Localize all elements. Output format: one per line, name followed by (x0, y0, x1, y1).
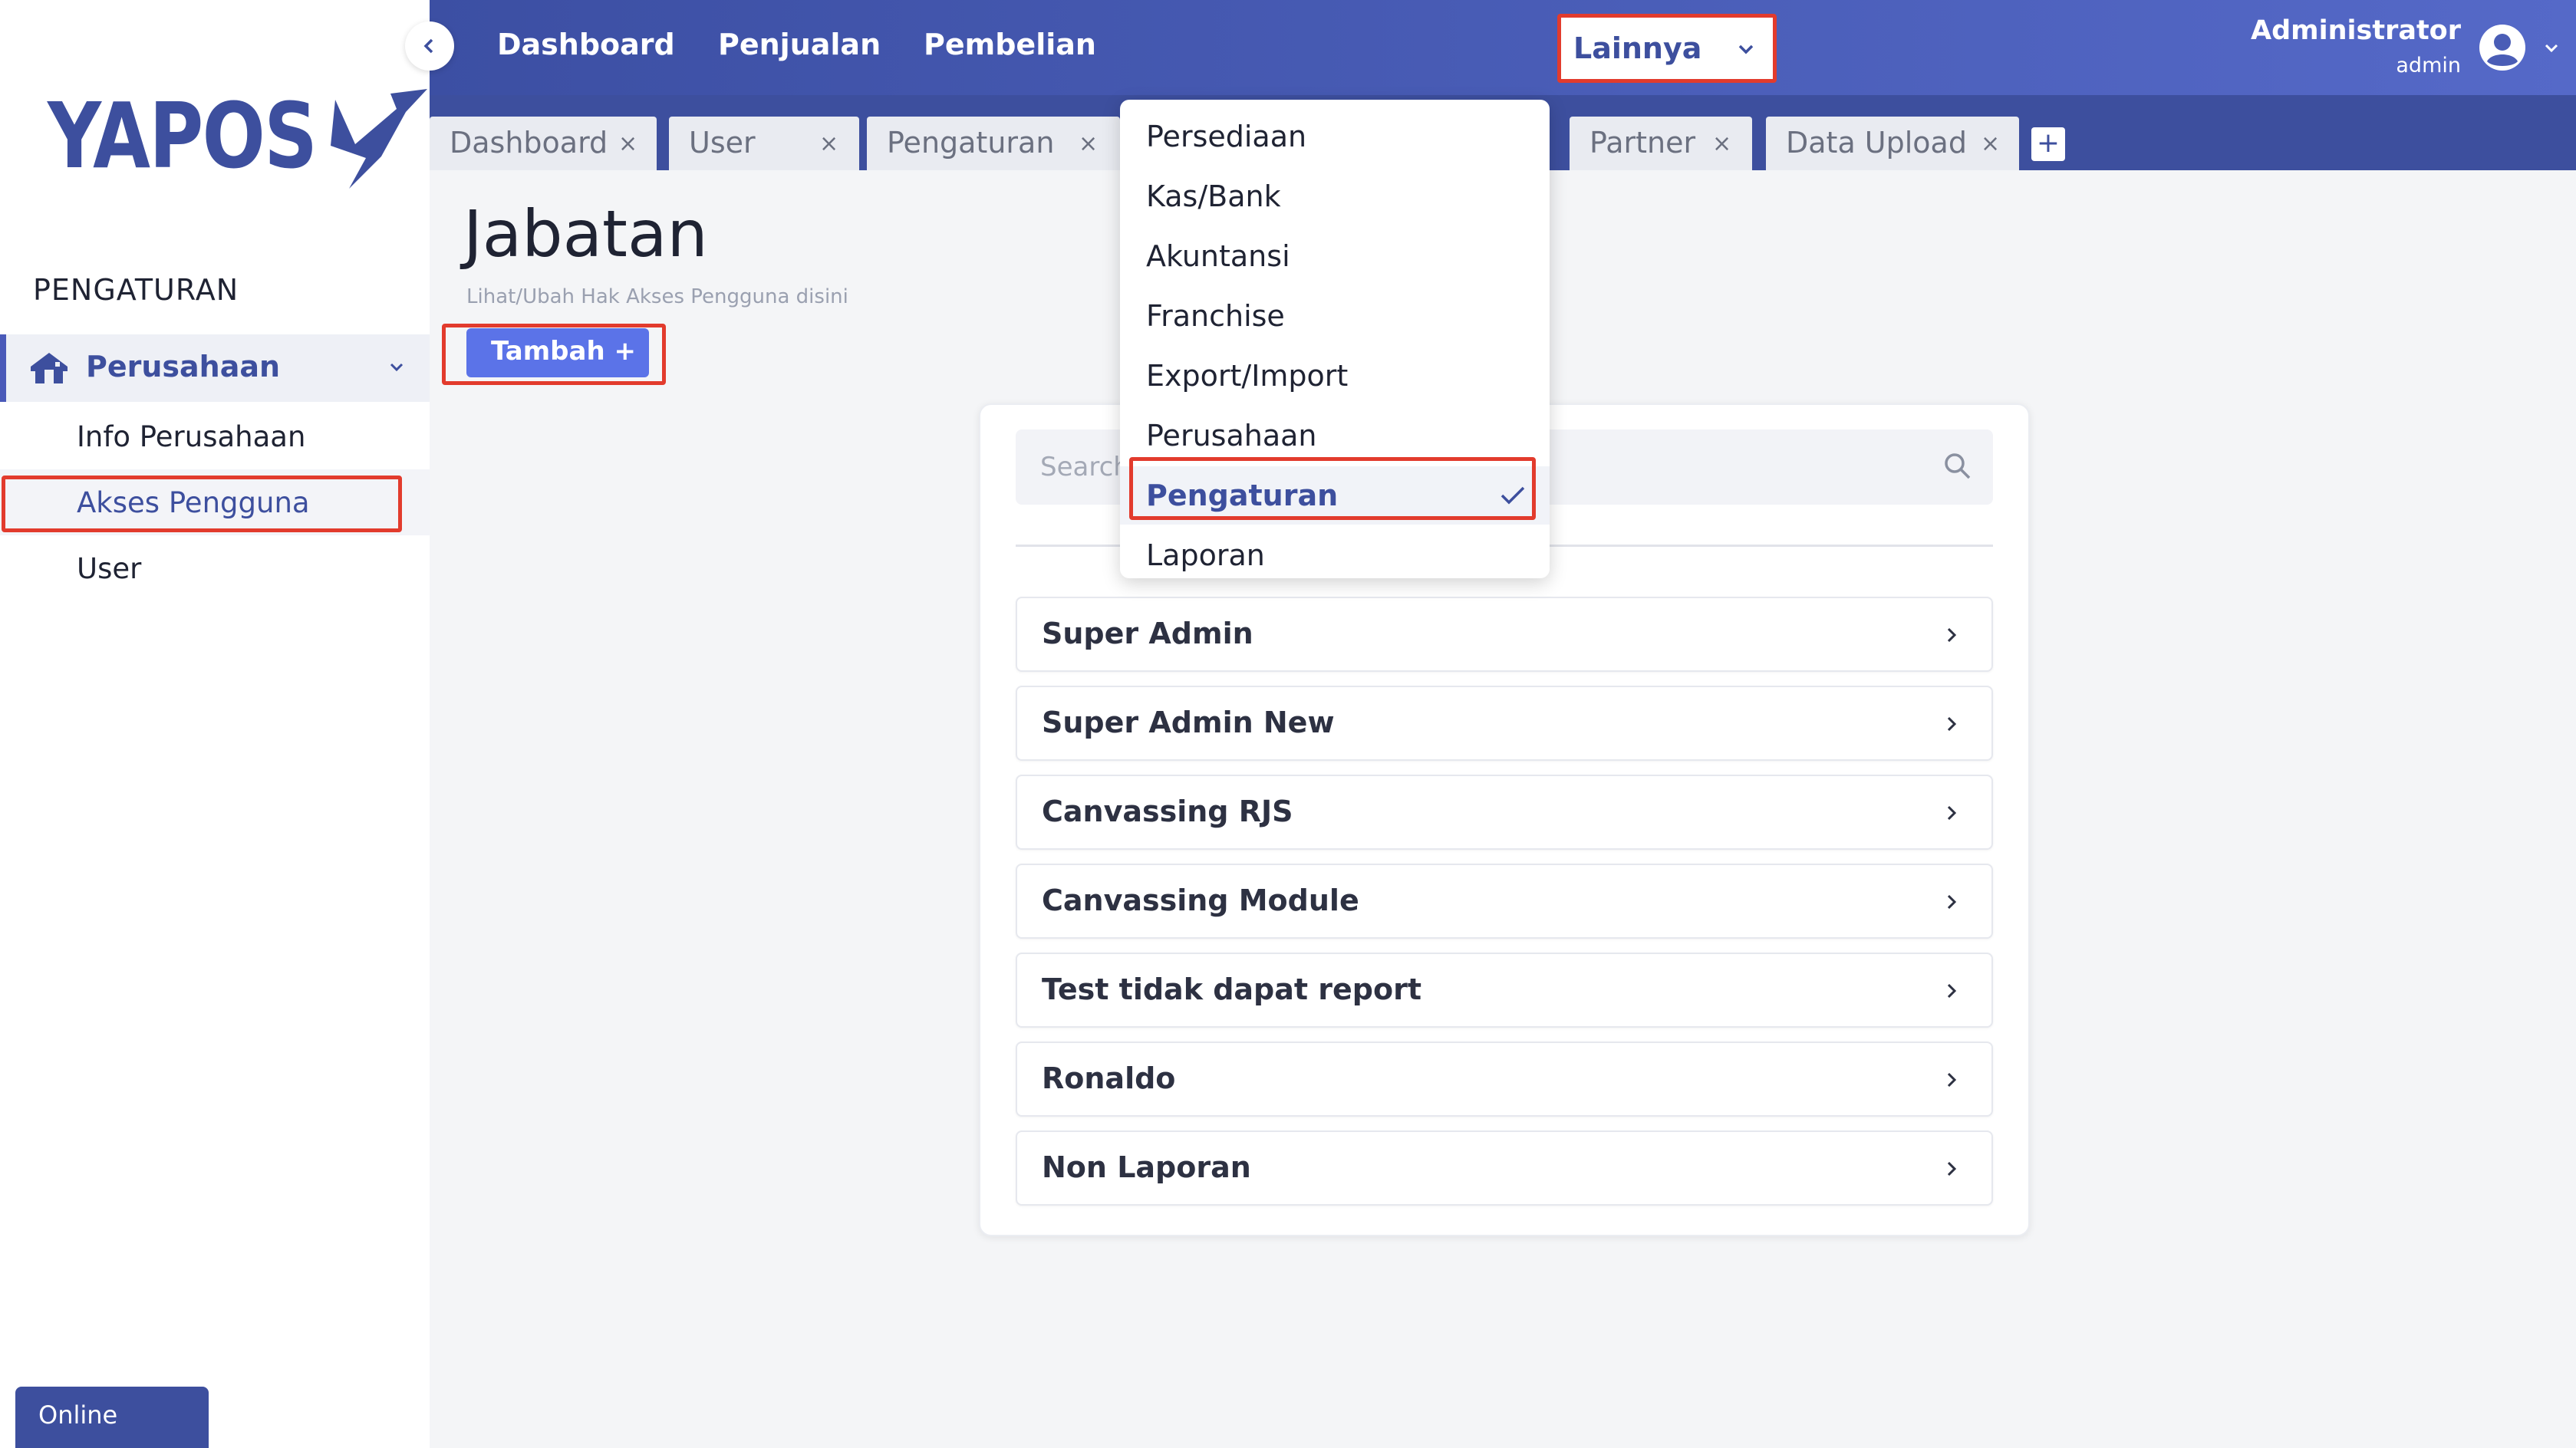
nav-lainnya-dropdown[interactable]: Lainnya (1557, 14, 1777, 83)
menu-item-label: Perusahaan (1146, 419, 1317, 452)
home-icon (31, 353, 68, 383)
page-title: Jabatan (463, 196, 708, 272)
search-icon[interactable] (1942, 451, 1973, 482)
menu-item-label: Laporan (1146, 538, 1265, 572)
tab-pengaturan[interactable]: Pengaturan × (867, 117, 1120, 170)
sidebar-section-title: PENGATURAN (33, 273, 239, 307)
sidebar-item-user[interactable]: User (0, 535, 430, 601)
close-icon[interactable]: × (819, 130, 838, 157)
collapse-sidebar-button[interactable] (405, 21, 454, 71)
chevron-right-icon (1947, 983, 1957, 999)
menu-item-label: Persediaan (1146, 120, 1307, 153)
role-label: Test tidak dapat report (1042, 972, 1422, 1006)
sidebar-item-label: Perusahaan (86, 350, 281, 383)
tab-user[interactable]: User × (669, 117, 859, 170)
sidebar-item-perusahaan[interactable]: Perusahaan (0, 334, 430, 402)
tab-partner[interactable]: Partner × (1570, 117, 1752, 170)
sidebar-item-akses-pengguna[interactable]: Akses Pengguna (0, 469, 430, 535)
chevron-right-icon (1947, 1161, 1957, 1176)
role-label: Super Admin (1042, 617, 1253, 650)
menu-item-perusahaan[interactable]: Perusahaan (1120, 406, 1550, 465)
nav-lainnya-label: Lainnya (1573, 31, 1702, 65)
menu-item-label: Export/Import (1146, 359, 1349, 393)
logo: YAPOS (48, 83, 427, 189)
menu-item-akuntansi[interactable]: Akuntansi (1120, 227, 1550, 285)
role-label: Non Laporan (1042, 1150, 1251, 1184)
add-tab-button[interactable]: + (2031, 127, 2065, 161)
user-avatar-icon[interactable] (2478, 23, 2527, 72)
menu-item-export-import[interactable]: Export/Import (1120, 347, 1550, 405)
role-row-canvassing-rjs[interactable]: Canvassing RJS (1016, 775, 1993, 850)
role-row-test-tidak-dapat-report[interactable]: Test tidak dapat report (1016, 953, 1993, 1028)
close-icon[interactable]: × (1079, 130, 1098, 157)
role-label: Canvassing RJS (1042, 795, 1293, 828)
close-icon[interactable]: × (1712, 130, 1731, 157)
menu-item-label: Kas/Bank (1146, 179, 1281, 213)
menu-item-persediaan[interactable]: Persediaan (1120, 107, 1550, 166)
nav-pembelian[interactable]: Pembelian (924, 28, 1096, 61)
tab-data-upload[interactable]: Data Upload × (1766, 117, 2019, 170)
tab-dashboard[interactable]: Dashboard × (430, 117, 657, 170)
status-badge: Online (15, 1387, 209, 1448)
menu-item-laporan[interactable]: Laporan (1120, 526, 1550, 584)
chevron-right-icon (1947, 805, 1957, 821)
user-role: admin (2396, 54, 2461, 77)
role-row-super-admin[interactable]: Super Admin (1016, 597, 1993, 672)
close-icon[interactable]: × (1981, 130, 2000, 157)
sidebar: YAPOS PENGATURAN Perusahaan Info Perusah… (0, 0, 430, 1448)
chevron-right-icon (1947, 627, 1957, 643)
nav-penjualan[interactable]: Penjualan (718, 28, 881, 61)
chevron-down-icon (1738, 44, 1754, 54)
role-label: Super Admin New (1042, 706, 1335, 739)
chevron-down-icon[interactable] (2542, 38, 2561, 57)
top-navbar: Dashboard Penjualan Pembelian Lainnya Ad… (430, 0, 2576, 95)
sidebar-item-label: Akses Pengguna (77, 486, 310, 519)
role-label: Ronaldo (1042, 1061, 1176, 1095)
menu-item-label: Franchise (1146, 299, 1285, 333)
chevron-right-icon (1947, 1072, 1957, 1088)
tab-label: User (689, 126, 756, 160)
chevron-left-icon (423, 38, 433, 54)
role-row-super-admin-new[interactable]: Super Admin New (1016, 686, 1993, 761)
page-subtitle: Lihat/Ubah Hak Akses Pengguna disini (466, 285, 848, 308)
sidebar-item-label: Info Perusahaan (77, 420, 306, 453)
tab-label: Pengaturan (887, 126, 1055, 160)
logo-text: YAPOS (48, 83, 318, 189)
menu-item-label: Akuntansi (1146, 239, 1290, 273)
tab-label: Data Upload (1786, 126, 1967, 160)
role-row-ronaldo[interactable]: Ronaldo (1016, 1042, 1993, 1117)
chevron-down-icon (390, 363, 404, 372)
chevron-right-icon (1947, 716, 1957, 732)
bird-logo-icon (331, 89, 427, 189)
close-icon[interactable]: × (618, 130, 637, 157)
sidebar-item-info-perusahaan[interactable]: Info Perusahaan (0, 403, 430, 469)
chevron-right-icon (1947, 894, 1957, 910)
tab-label: Partner (1589, 126, 1696, 160)
menu-item-franchise[interactable]: Franchise (1120, 287, 1550, 345)
tab-label: Dashboard (450, 126, 608, 160)
user-name: Administrator (2250, 15, 2461, 46)
menu-item-kas-bank[interactable]: Kas/Bank (1120, 167, 1550, 225)
annotation-box (1129, 457, 1536, 520)
nav-dashboard[interactable]: Dashboard (497, 28, 675, 61)
role-row-canvassing-module[interactable]: Canvassing Module (1016, 864, 1993, 939)
sidebar-item-label: User (77, 552, 142, 585)
role-label: Canvassing Module (1042, 884, 1359, 917)
role-row-non-laporan[interactable]: Non Laporan (1016, 1130, 1993, 1206)
tambah-button[interactable]: Tambah + (466, 328, 649, 377)
